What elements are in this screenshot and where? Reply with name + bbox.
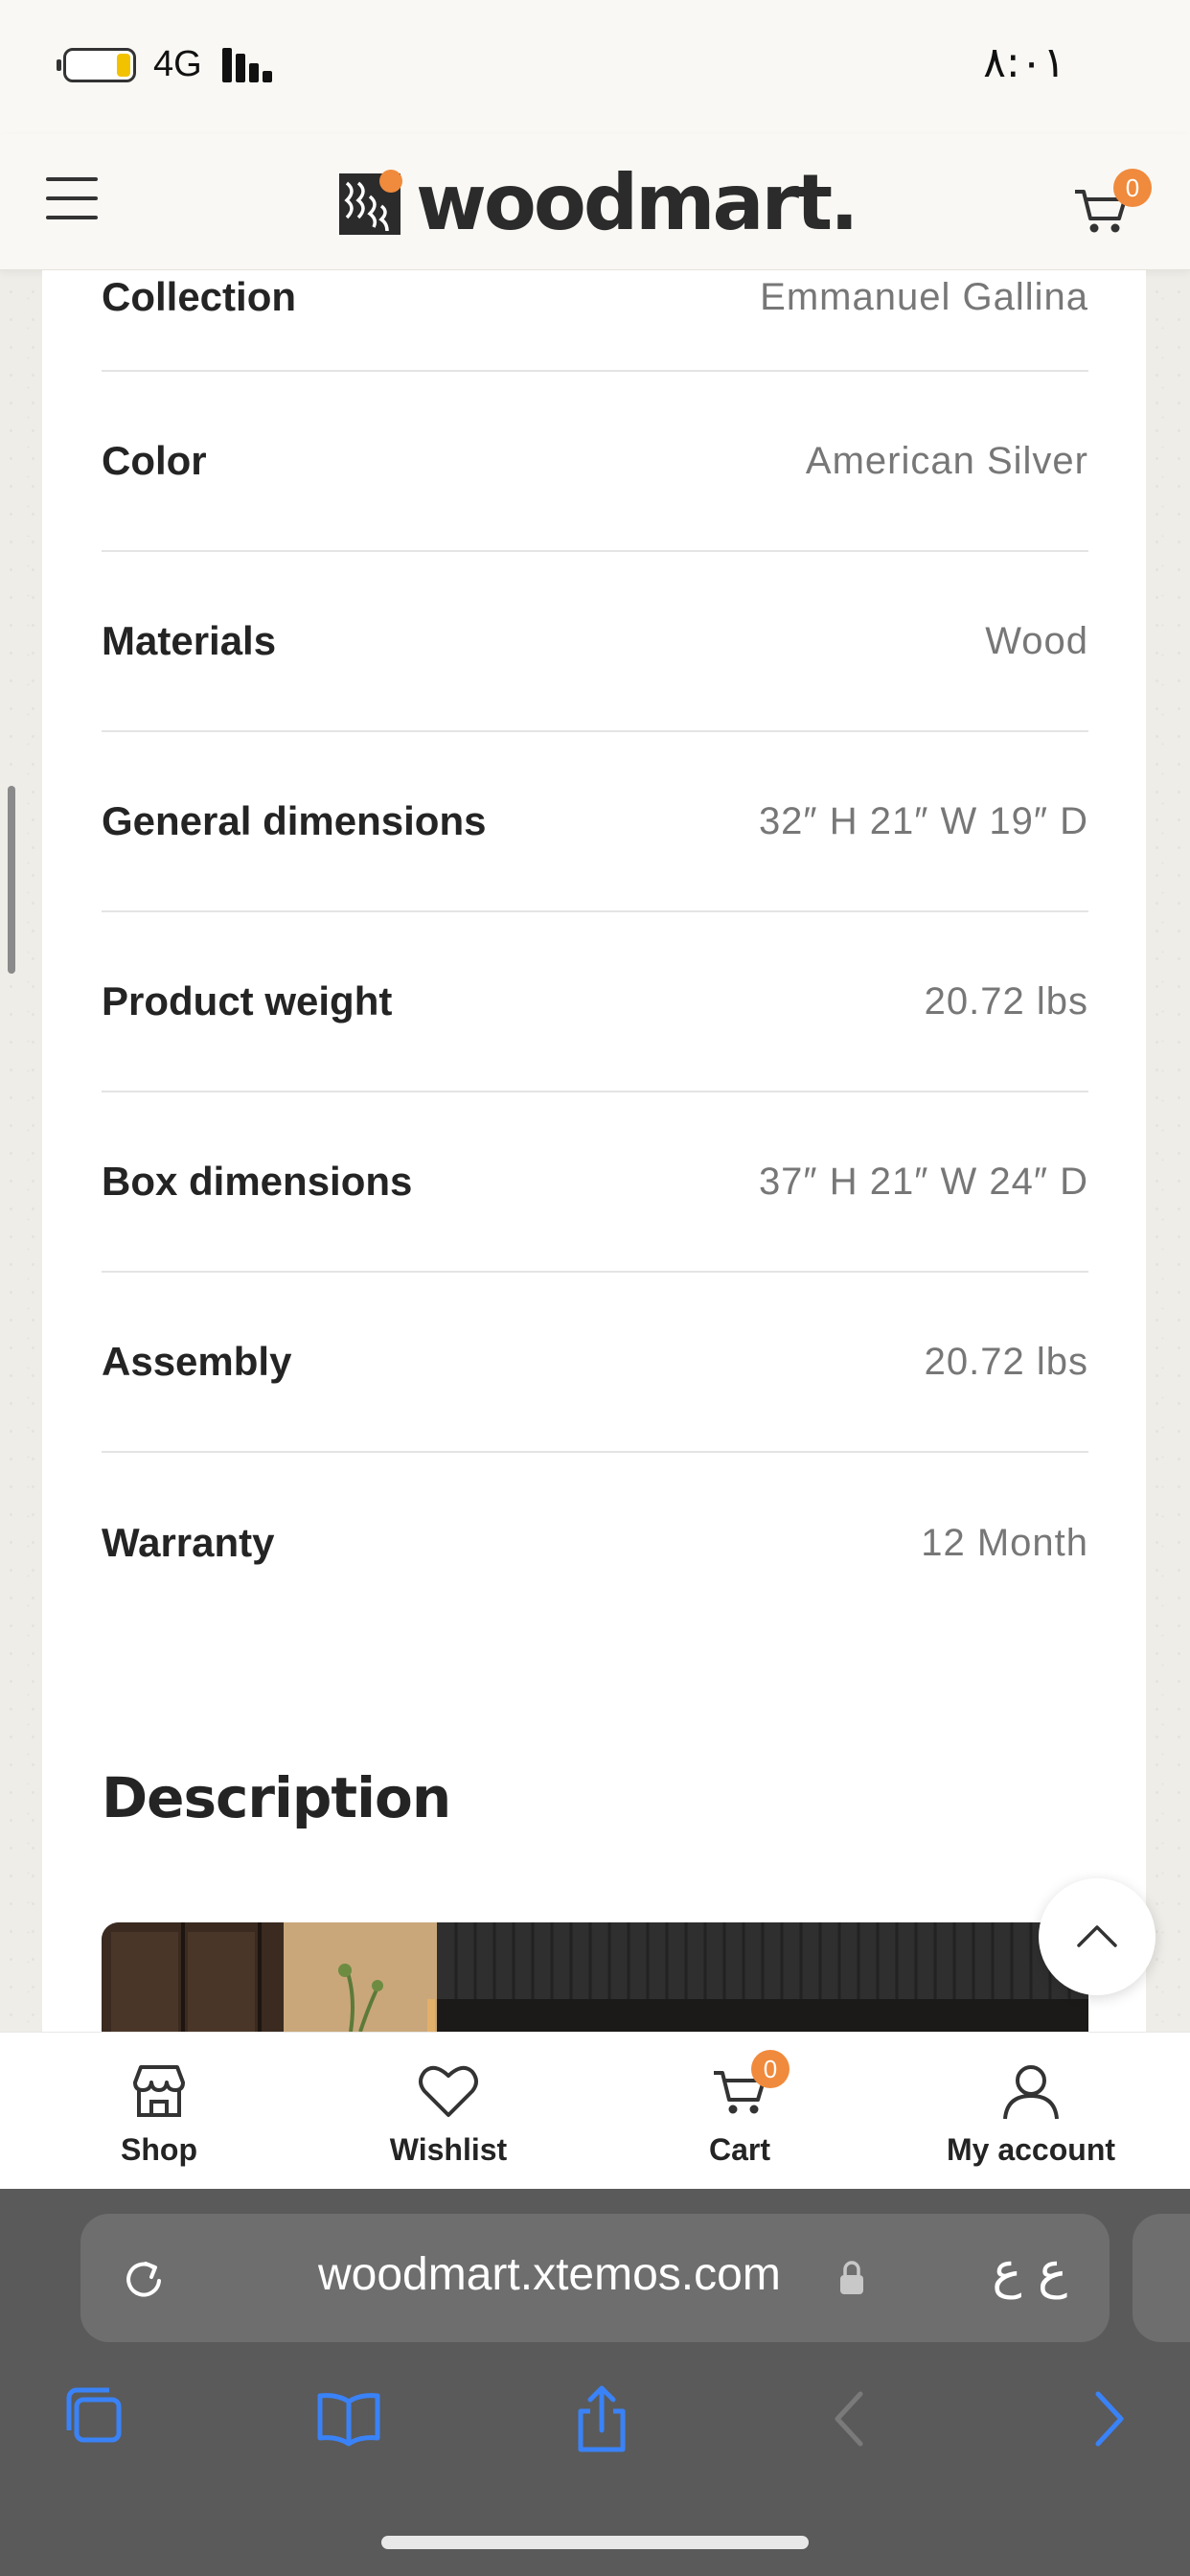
shop-icon bbox=[133, 2065, 185, 2117]
url-text: woodmart.xtemos.com bbox=[318, 2249, 781, 2300]
spec-value: 37″ H 21″ W 24″ D bbox=[758, 1160, 1088, 1203]
spec-label: Collection bbox=[102, 274, 297, 319]
spec-label: General dimensions bbox=[102, 798, 487, 843]
spec-label: Box dimensions bbox=[102, 1159, 413, 1204]
next-tab-preview[interactable] bbox=[1133, 2214, 1190, 2342]
spec-label: Warranty bbox=[102, 1520, 275, 1565]
back-icon[interactable] bbox=[812, 2380, 889, 2457]
scroll-to-top-button[interactable] bbox=[1039, 1878, 1156, 1995]
lock-icon bbox=[840, 2261, 863, 2294]
spec-row-product-weight: Product weight 20.72 lbs bbox=[102, 912, 1088, 1092]
signal-icon bbox=[222, 46, 276, 82]
tabs-icon[interactable] bbox=[59, 2380, 136, 2457]
spec-row-color: Color American Silver bbox=[102, 372, 1088, 552]
browser-chrome: woodmart.xtemos.com ع ع bbox=[0, 2189, 1190, 2576]
nav-item-cart[interactable]: 0 Cart bbox=[596, 2033, 883, 2190]
bottom-navigation: Shop Wishlist 0 Cart My account bbox=[0, 2032, 1190, 2189]
spec-label: Materials bbox=[102, 618, 277, 663]
home-indicator[interactable] bbox=[381, 2536, 809, 2549]
spec-label: Color bbox=[102, 438, 207, 483]
spec-row-warranty: Warranty 12 Month bbox=[102, 1453, 1088, 1633]
heart-icon bbox=[419, 2065, 478, 2117]
spec-label: Assembly bbox=[102, 1339, 292, 1384]
cart-count-badge: 0 bbox=[751, 2050, 790, 2088]
user-icon bbox=[1003, 2065, 1059, 2120]
nav-label: Wishlist bbox=[389, 2132, 508, 2167]
reload-icon[interactable] bbox=[117, 2252, 171, 2306]
spec-row-collection: Collection Emmanuel Gallina bbox=[102, 224, 1088, 372]
spec-value[interactable]: American Silver bbox=[806, 440, 1088, 483]
network-type: 4G bbox=[153, 44, 202, 84]
nav-item-shop[interactable]: Shop bbox=[15, 2033, 303, 2190]
spec-value: 20.72 lbs bbox=[924, 979, 1088, 1023]
spec-value: 12 Month bbox=[921, 1521, 1088, 1564]
spec-value: 20.72 lbs bbox=[924, 1340, 1088, 1383]
menu-icon[interactable] bbox=[46, 177, 98, 219]
spec-value[interactable]: Emmanuel Gallina bbox=[760, 276, 1088, 319]
spec-row-box-dimensions: Box dimensions 37″ H 21″ W 24″ D bbox=[102, 1092, 1088, 1273]
nav-label: My account bbox=[946, 2132, 1116, 2167]
share-icon[interactable] bbox=[563, 2380, 640, 2457]
forward-icon[interactable] bbox=[1069, 2380, 1146, 2457]
page-scroll-indicator[interactable] bbox=[8, 786, 15, 974]
description-heading: Description bbox=[102, 1765, 451, 1830]
address-bar[interactable]: woodmart.xtemos.com ع ع bbox=[80, 2214, 1110, 2342]
spec-value: 32″ H 21″ W 19″ D bbox=[758, 799, 1088, 842]
spec-label: Product weight bbox=[102, 978, 393, 1024]
battery-icon bbox=[57, 48, 136, 82]
spec-row-general-dimensions: General dimensions 32″ H 21″ W 19″ D bbox=[102, 732, 1088, 912]
cart-count-badge: 0 bbox=[1113, 169, 1152, 207]
description-image bbox=[102, 1922, 1088, 2032]
spec-value[interactable]: Wood bbox=[985, 620, 1088, 663]
bookmarks-icon[interactable] bbox=[310, 2380, 387, 2457]
spec-row-materials: Materials Wood bbox=[102, 552, 1088, 732]
nav-label: Shop bbox=[121, 2132, 197, 2167]
nav-item-wishlist[interactable]: Wishlist bbox=[305, 2033, 592, 2190]
spec-row-assembly: Assembly 20.72 lbs bbox=[102, 1273, 1088, 1453]
product-info-card: Collection Emmanuel Gallina Color Americ… bbox=[42, 270, 1146, 2032]
nav-item-my-account[interactable]: My account bbox=[887, 2033, 1175, 2190]
status-bar: 4G ٨:٠١ bbox=[0, 0, 1190, 134]
clock: ٨:٠١ bbox=[983, 38, 1065, 87]
nav-label: Cart bbox=[708, 2132, 770, 2167]
reader-settings-button[interactable]: ع ع bbox=[992, 2242, 1067, 2300]
chevron-up-icon bbox=[1077, 1925, 1117, 1947]
